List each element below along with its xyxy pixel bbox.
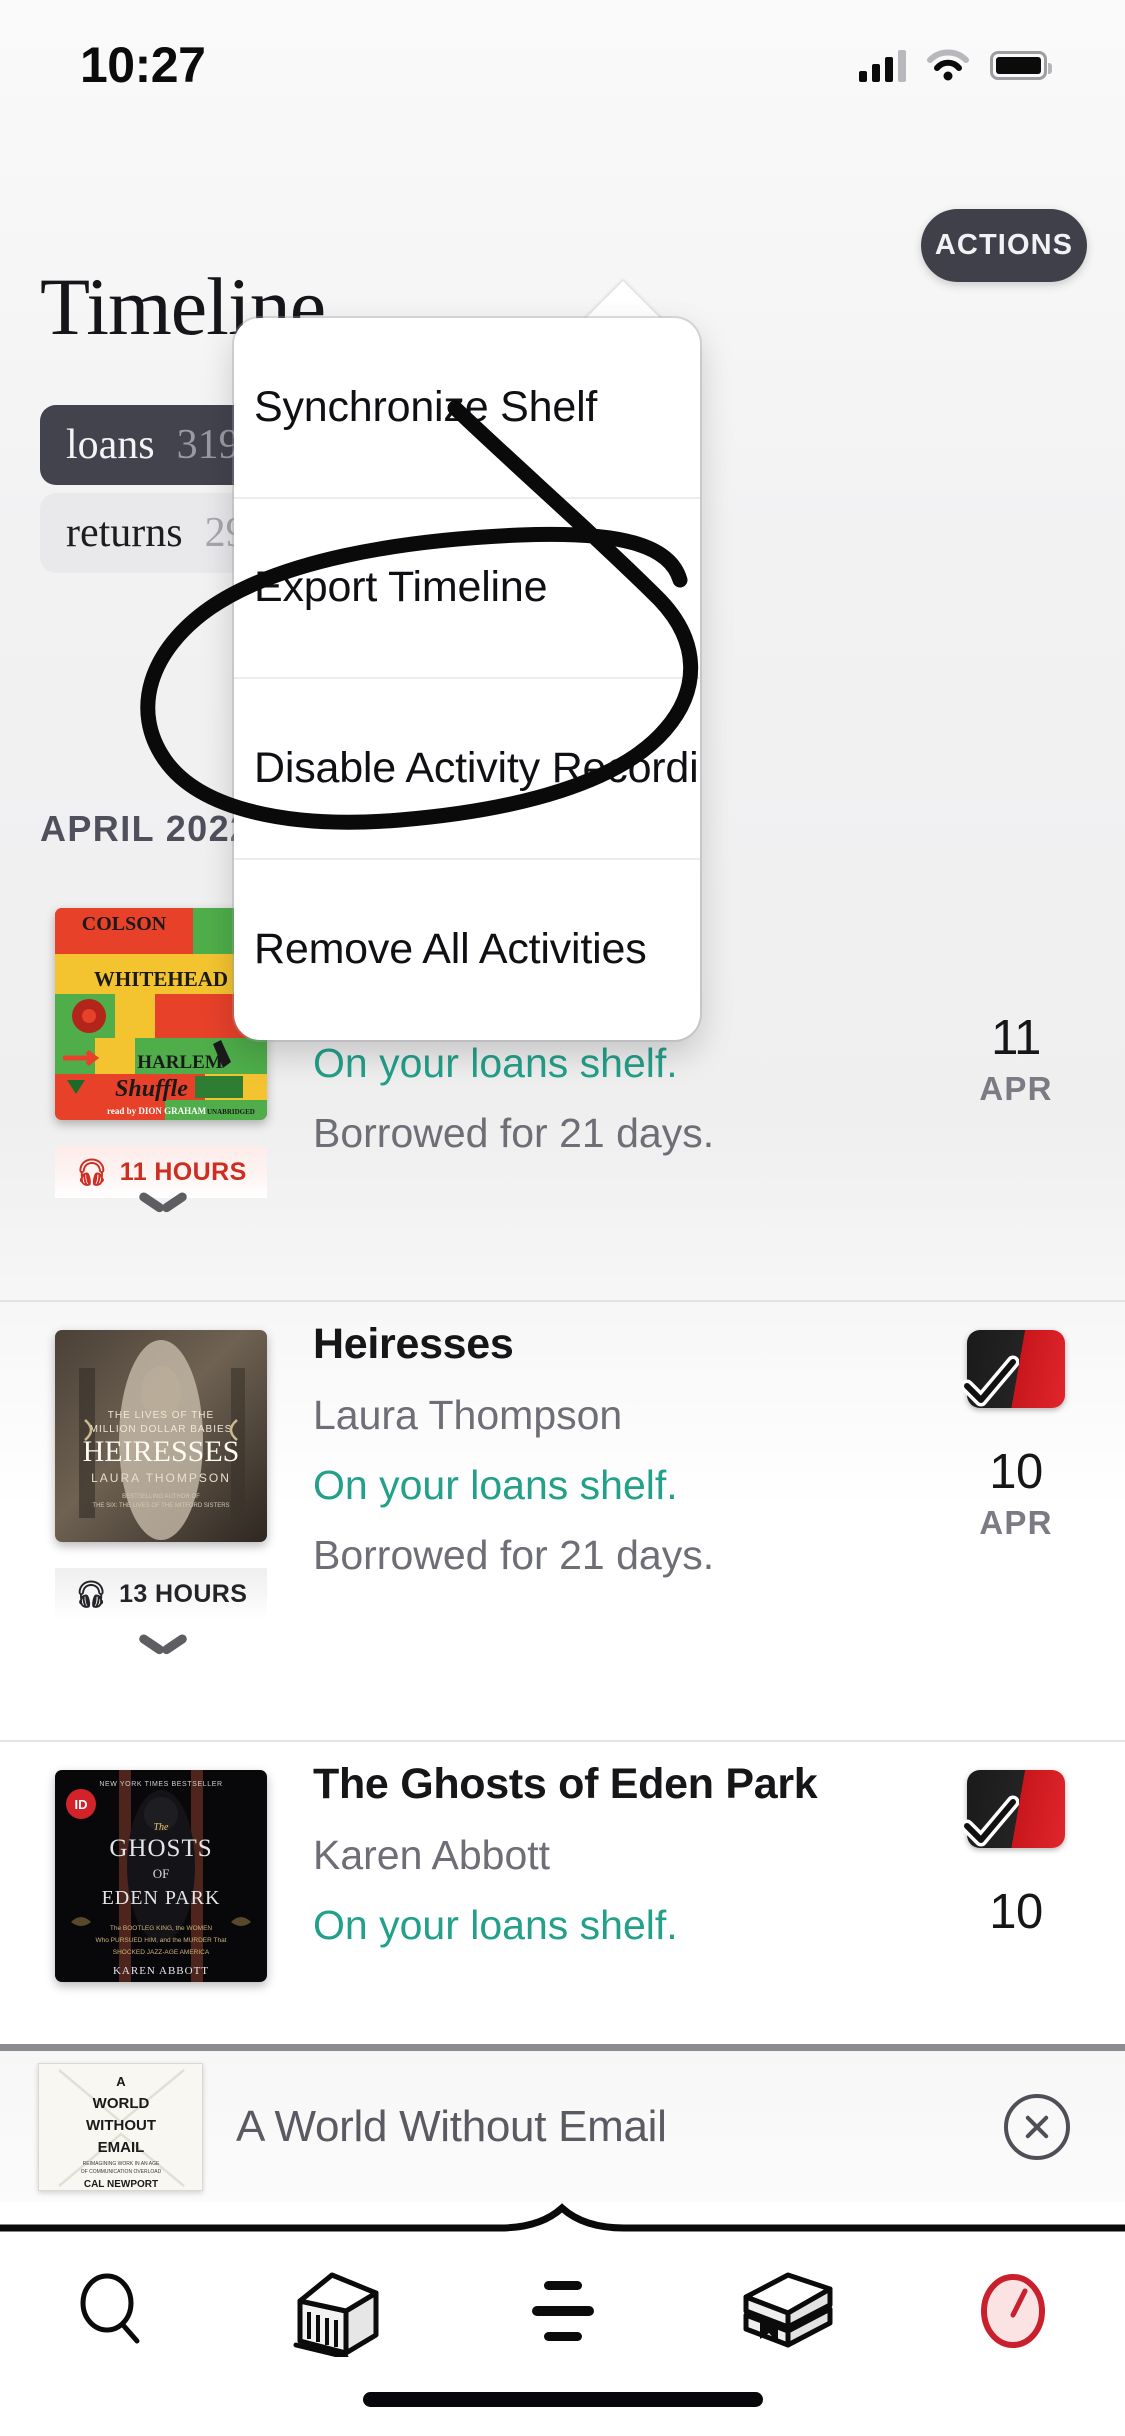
book-meta: The Ghosts of Eden Park Karen Abbott On … — [313, 1760, 913, 1949]
entry-date-day: 10 — [989, 1445, 1043, 1499]
svg-text:BESTSELLING AUTHOR OF: BESTSELLING AUTHOR OF — [122, 1494, 200, 1500]
magnifier-icon — [80, 2273, 139, 2344]
book-cover-heiresses[interactable]: THE LIVES OF THE MILLION DOLLAR BABIES H… — [55, 1330, 267, 1542]
entry-date: 10 — [941, 1770, 1091, 1940]
svg-text:WITHOUT: WITHOUT — [86, 2117, 156, 2134]
status-bar-time: 10:27 — [80, 37, 206, 93]
tab-timeline[interactable] — [900, 2265, 1125, 2357]
tab-library[interactable] — [225, 2265, 450, 2357]
month-header: APRIL 2022 — [40, 808, 252, 849]
svg-text:SHOCKED JAZZ-AGE AMERICA: SHOCKED JAZZ-AGE AMERICA — [113, 1949, 210, 1956]
svg-text:ID: ID — [75, 1797, 88, 1812]
tab-bar-top-edge — [0, 2203, 1125, 2232]
close-circle-icon[interactable] — [1004, 2093, 1070, 2160]
tab-search[interactable] — [0, 2267, 225, 2355]
menu-item-disable-activity-recording[interactable]: Disable Activity Recording — [234, 679, 700, 860]
checkmark-icon — [960, 1795, 1019, 1847]
svg-text:EMAIL: EMAIL — [98, 2139, 145, 2156]
svg-text:CAL NEWPORT: CAL NEWPORT — [84, 2179, 158, 2190]
wifi-icon — [927, 49, 969, 81]
svg-text:WHITEHEAD: WHITEHEAD — [94, 967, 228, 991]
book-author: Laura Thompson — [313, 1392, 623, 1438]
menu-item-synchronize-shelf[interactable]: Synchronize Shelf — [234, 318, 700, 499]
now-playing-cover[interactable]: A WORLD WITHOUT EMAIL REIMAGINING WORK I… — [38, 2062, 203, 2191]
book-cover-wrap[interactable]: NEW YORK TIMES BESTSELLER ID The GHOSTS … — [55, 1770, 267, 1982]
library-building-icon — [293, 2272, 378, 2357]
expand-chevron-icon[interactable] — [140, 1632, 186, 1656]
app-source-icon — [960, 1770, 1065, 1848]
svg-text:EDEN PARK: EDEN PARK — [102, 1887, 221, 1909]
entry-date-month: APR — [979, 1070, 1053, 1107]
actions-dropdown-menu: Synchronize Shelf Export Timeline Disabl… — [234, 318, 700, 1040]
checkmark-icon — [960, 1355, 1019, 1407]
book-cover-ghosts-of-eden-park[interactable]: NEW YORK TIMES BESTSELLER ID The GHOSTS … — [55, 1770, 267, 1982]
tab-bar-items — [0, 2246, 1125, 2376]
svg-text:GHOSTS: GHOSTS — [109, 1835, 212, 1862]
menu-item-remove-all-activities[interactable]: Remove All Activities — [234, 860, 700, 1041]
svg-text:HEIRESSES: HEIRESSES — [83, 1435, 240, 1468]
battery-icon — [990, 50, 1052, 80]
tab-menu[interactable] — [450, 2275, 675, 2347]
svg-text:A: A — [116, 2074, 126, 2089]
svg-text:MILLION DOLLAR BABIES: MILLION DOLLAR BABIES — [90, 1424, 233, 1435]
svg-text:OF: OF — [153, 1866, 170, 1881]
entry-date-day: 11 — [991, 1011, 1041, 1065]
svg-text:The BOOTLEG KING, the WOMEN: The BOOTLEG KING, the WOMEN — [110, 1925, 213, 1932]
svg-text:LAURA THOMPSON: LAURA THOMPSON — [91, 1471, 231, 1485]
tab-shelf[interactable] — [675, 2267, 900, 2355]
now-playing-bar[interactable]: A WORLD WITHOUT EMAIL REIMAGINING WORK I… — [0, 2044, 1125, 2202]
filter-pill-loans-label: loans — [66, 422, 155, 468]
books-stack-icon — [743, 2272, 832, 2348]
status-bar: 10:27 — [0, 0, 1125, 130]
hamburger-menu-icon — [531, 2281, 594, 2341]
svg-text:OF COMMUNICATION OVERLOAD: OF COMMUNICATION OVERLOAD — [81, 2169, 162, 2175]
home-indicator — [362, 2392, 763, 2407]
book-borrow-info: Borrowed for 21 days. — [313, 1532, 715, 1578]
actions-button[interactable]: ACTIONS — [921, 209, 1087, 282]
timeline-row[interactable]: THE LIVES OF THE MILLION DOLLAR BABIES H… — [0, 1300, 1125, 1740]
svg-text:Shuffle: Shuffle — [115, 1076, 188, 1102]
now-playing-title: A World Without Email — [236, 2101, 667, 2151]
tab-bar — [0, 2202, 1125, 2436]
book-borrow-info: Borrowed for 21 days. — [313, 1110, 715, 1156]
svg-text:THE LIVES OF THE: THE LIVES OF THE — [108, 1410, 214, 1421]
book-duration-badge: 🎧︎ 13 HOURS — [55, 1568, 267, 1620]
entry-date-day: 10 — [989, 1885, 1043, 1939]
svg-text:HARLEM: HARLEM — [137, 1052, 223, 1073]
book-cover-wrap[interactable]: THE LIVES OF THE MILLION DOLLAR BABIES H… — [55, 1330, 267, 1620]
book-duration-label: 13 HOURS — [119, 1579, 248, 1608]
book-shelf-status: On your loans shelf. — [313, 1462, 678, 1508]
filter-pill-loans-count: 319 — [176, 422, 240, 468]
cellular-signal-icon — [859, 48, 906, 82]
entry-date: 10 APR — [941, 1330, 1091, 1542]
svg-text:COLSON: COLSON — [82, 913, 167, 935]
headphones-icon: 🎧︎ — [74, 1579, 109, 1609]
entry-date: 11 APR — [941, 1010, 1091, 1108]
svg-text:read by DION GRAHAM: read by DION GRAHAM — [107, 1106, 207, 1116]
filter-pill-returns-label: returns — [66, 510, 183, 556]
svg-text:Who PURSUED HIM, and the MURDE: Who PURSUED HIM, and the MURDER That — [96, 1937, 227, 1944]
svg-text:NEW YORK TIMES BESTSELLER: NEW YORK TIMES BESTSELLER — [99, 1781, 222, 1788]
svg-text:The: The — [154, 1822, 170, 1833]
book-shelf-status: On your loans shelf. — [313, 1040, 678, 1086]
expand-chevron-icon[interactable] — [140, 1190, 186, 1214]
entry-date-month: APR — [979, 1504, 1053, 1541]
svg-text:REIMAGINING WORK IN AN AGE: REIMAGINING WORK IN AN AGE — [83, 2161, 160, 2167]
clock-icon — [980, 2274, 1045, 2348]
svg-text:UNABRIDGED: UNABRIDGED — [207, 1108, 255, 1116]
app-source-icon — [960, 1330, 1065, 1408]
svg-text:KAREN ABBOTT: KAREN ABBOTT — [113, 1965, 209, 1977]
timeline-row[interactable]: NEW YORK TIMES BESTSELLER ID The GHOSTS … — [0, 1740, 1125, 2040]
book-title: The Ghosts of Eden Park — [313, 1760, 818, 1808]
book-title: Heiresses — [313, 1320, 514, 1368]
svg-text:WORLD: WORLD — [93, 2095, 150, 2112]
svg-text:THE SIX: THE LIVES OF THE MITF: THE SIX: THE LIVES OF THE MITFORD SISTER… — [92, 1503, 229, 1509]
book-author: Karen Abbott — [313, 1832, 551, 1878]
book-shelf-status: On your loans shelf. — [313, 1902, 678, 1948]
book-duration-label: 11 HOURS — [119, 1157, 247, 1186]
headphones-icon: 🎧︎ — [75, 1157, 109, 1187]
status-bar-indicators — [859, 48, 1052, 82]
menu-item-export-timeline[interactable]: Export Timeline — [234, 499, 700, 679]
book-meta: Heiresses Laura Thompson On your loans s… — [313, 1320, 913, 1579]
